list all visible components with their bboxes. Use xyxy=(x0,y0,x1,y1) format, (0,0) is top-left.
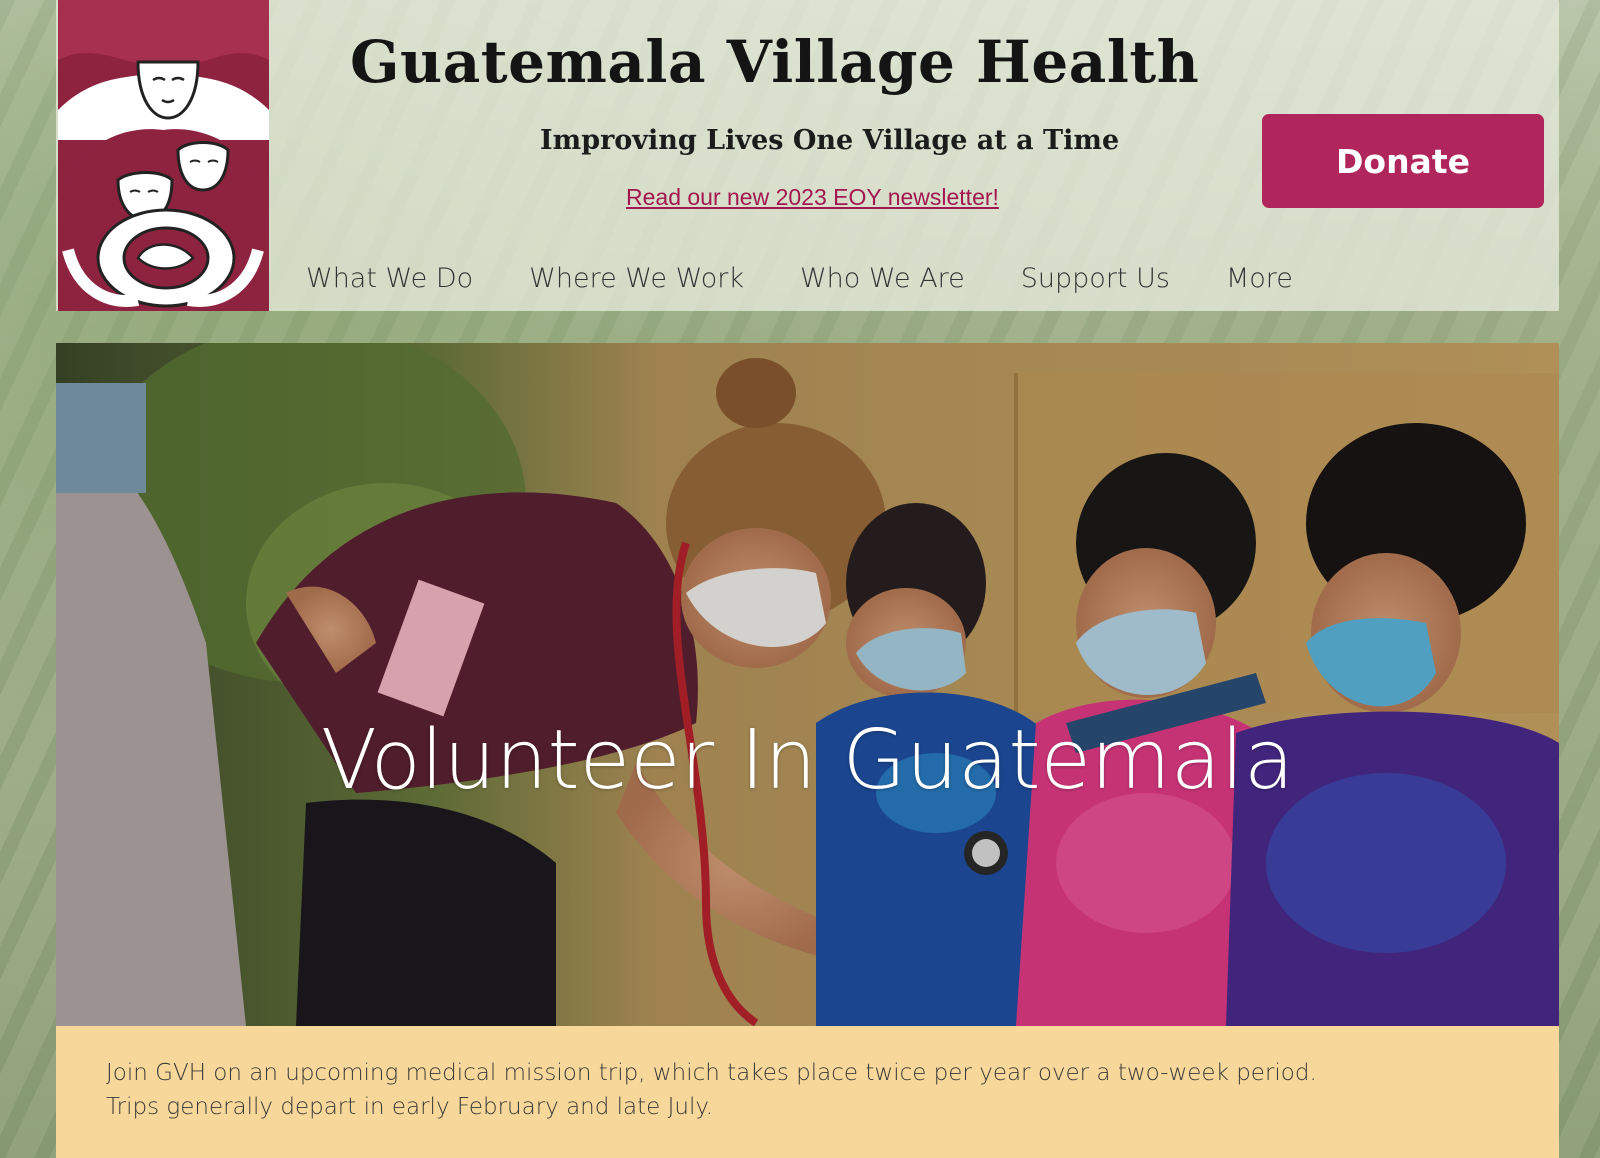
nav-item-more[interactable]: More xyxy=(1226,263,1293,294)
nav-item-what-we-do[interactable]: What We Do xyxy=(306,263,473,294)
site-tagline: Improving Lives One Village at a Time xyxy=(540,125,1120,156)
hero-banner: Volunteer In Guatemala xyxy=(56,343,1559,1026)
info-section: Join GVH on an upcoming medical mission … xyxy=(56,1026,1559,1158)
volunteer-photo xyxy=(56,343,1559,1026)
nav-item-who-we-are[interactable]: Who We Are xyxy=(800,263,965,294)
info-line: Trips generally depart in early February… xyxy=(106,1094,714,1120)
nav-item-support-us[interactable]: Support Us xyxy=(1021,263,1170,294)
info-text: Join GVH on an upcoming medical mission … xyxy=(106,1056,1506,1124)
info-line: Join GVH on an upcoming medical mission … xyxy=(106,1060,1317,1086)
main-nav: What We Do Where We Work Who We Are Supp… xyxy=(306,258,1293,298)
mother-and-children-logo-icon xyxy=(58,0,269,311)
site-title: Guatemala Village Health xyxy=(350,28,1200,96)
newsletter-link[interactable]: Read our new 2023 EOY newsletter! xyxy=(626,184,999,211)
donate-button[interactable]: Donate xyxy=(1262,114,1544,208)
site-logo[interactable] xyxy=(58,0,269,311)
hero-title: Volunteer In Guatemala xyxy=(320,713,1295,808)
nav-item-where-we-work[interactable]: Where We Work xyxy=(529,263,744,294)
